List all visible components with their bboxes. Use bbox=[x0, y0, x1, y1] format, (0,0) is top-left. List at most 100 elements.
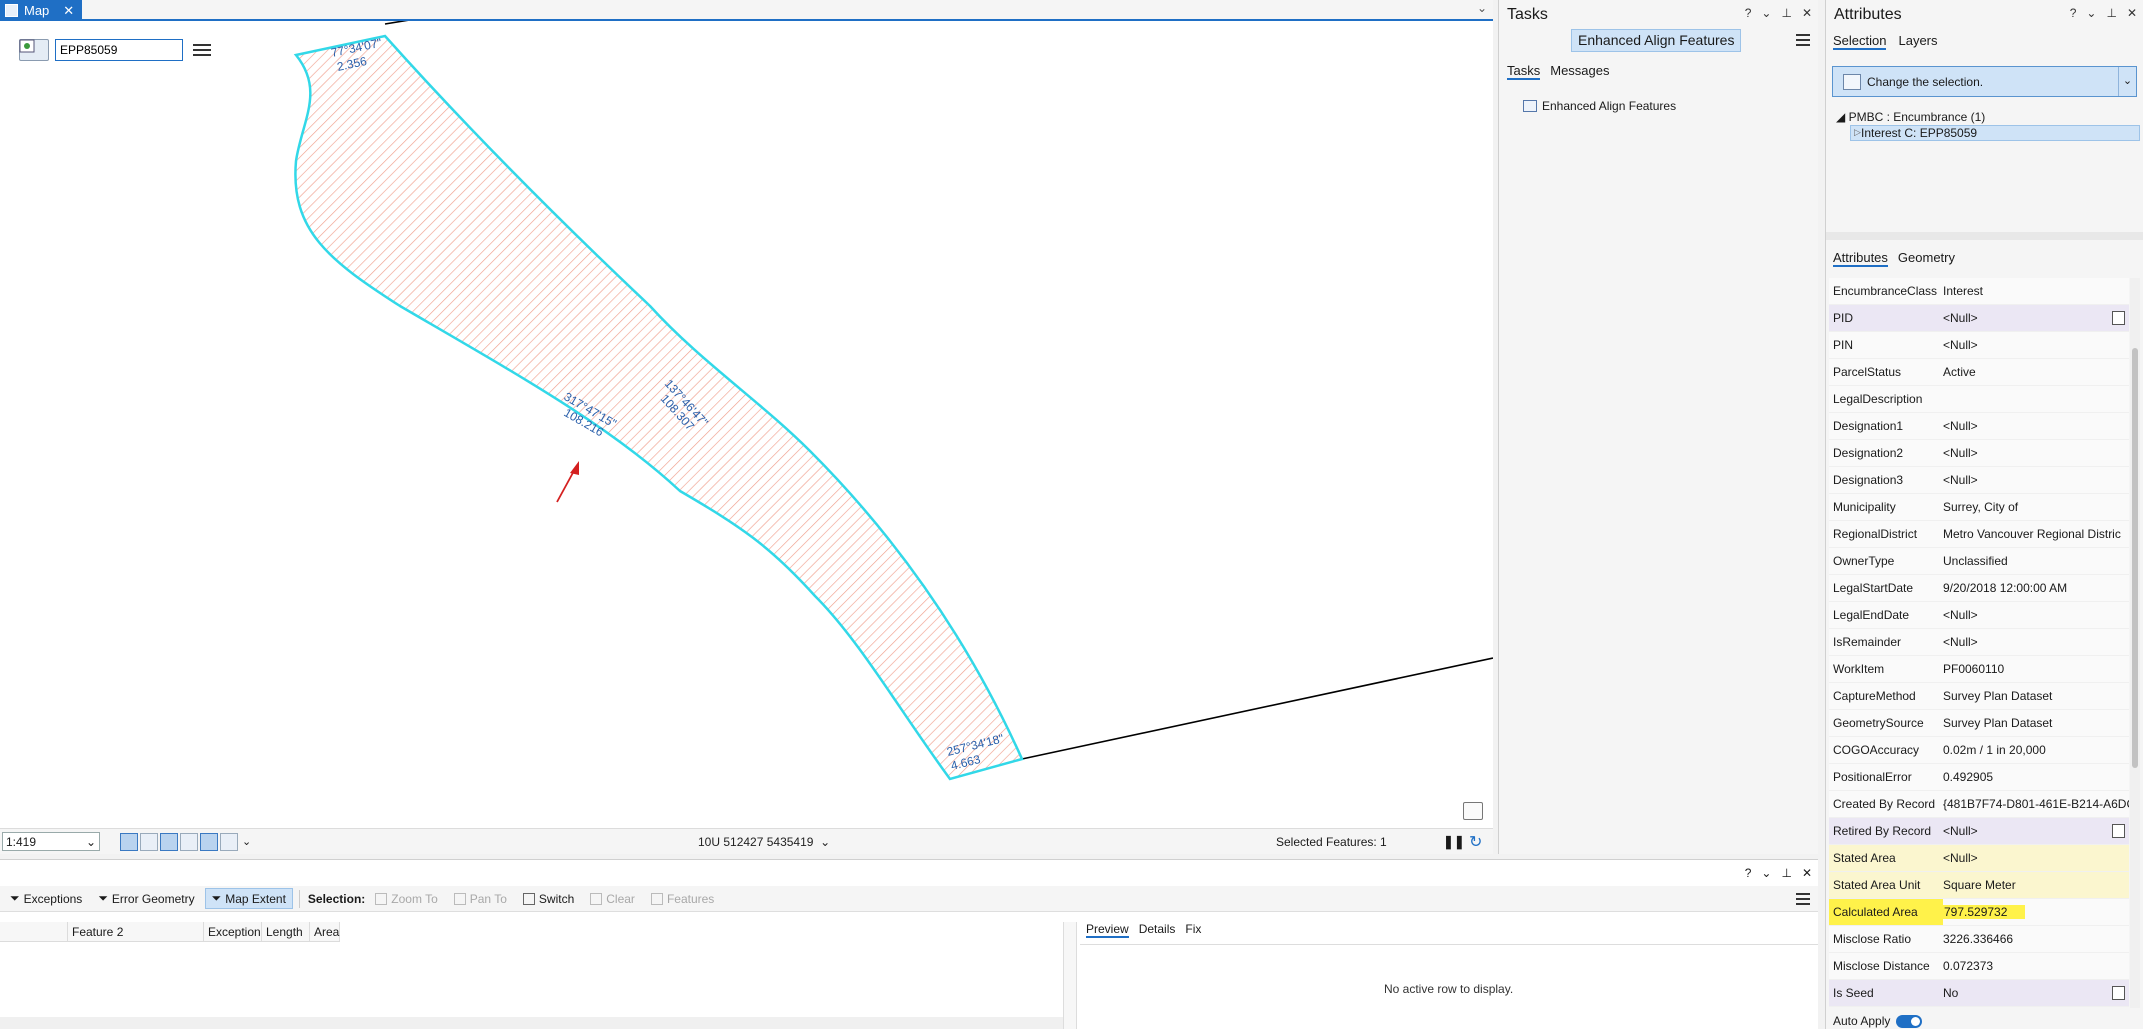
attribute-row[interactable]: Designation2 <Null> bbox=[1829, 440, 2129, 467]
pin-icon[interactable]: ⊥ bbox=[1781, 6, 1791, 20]
tab-tasks[interactable]: Tasks bbox=[1507, 63, 1541, 80]
attribute-row[interactable]: WorkItem PF0060110 bbox=[1829, 656, 2129, 683]
zoom-to-button[interactable]: Zoom To bbox=[369, 890, 443, 908]
scale-select[interactable]: 1:419 ⌄ bbox=[2, 832, 100, 851]
attribute-value[interactable]: 9/20/2018 12:00:00 AM bbox=[1943, 581, 2129, 595]
attribute-row[interactable]: Retired By Record <Null> bbox=[1829, 818, 2129, 845]
close-icon[interactable]: ✕ bbox=[2127, 6, 2137, 20]
attribute-value[interactable]: 3226.336466 bbox=[1943, 932, 2129, 946]
attribute-row[interactable]: Designation1 <Null> bbox=[1829, 413, 2129, 440]
chevron-down-icon[interactable]: ⌄ bbox=[242, 835, 251, 848]
features-button[interactable]: Features bbox=[645, 890, 720, 908]
grid-icon[interactable] bbox=[140, 832, 158, 851]
attribute-value[interactable]: <Null> bbox=[1943, 635, 2129, 649]
help-icon[interactable]: ? bbox=[2070, 6, 2077, 20]
chevron-down-icon[interactable]: ⌄ bbox=[2086, 6, 2096, 20]
map-canvas[interactable]: 77°34'07" 2.356 317°47'15" 108.216 137°4… bbox=[0, 21, 1493, 828]
grid-column-header[interactable]: Exception bbox=[204, 922, 262, 941]
map-extent-button[interactable]: ⏷ Map Extent bbox=[204, 888, 293, 909]
grid-column-header[interactable]: Length bbox=[262, 922, 310, 941]
chevron-down-icon[interactable]: ⌄ bbox=[1761, 866, 1771, 880]
grid-column-header[interactable]: Area bbox=[310, 922, 340, 941]
attribute-value[interactable]: PF0060110 bbox=[1943, 662, 2129, 676]
tab-map[interactable]: Map ✕ bbox=[0, 0, 83, 21]
attribute-scrollbar[interactable] bbox=[2130, 278, 2140, 1008]
map-legend-icon[interactable] bbox=[1463, 802, 1483, 820]
locate-button[interactable] bbox=[19, 39, 49, 61]
tab-details[interactable]: Details bbox=[1139, 922, 1176, 938]
attribute-value[interactable]: Interest bbox=[1943, 284, 2129, 298]
attribute-value[interactable]: Surrey, City of bbox=[1943, 500, 2129, 514]
refresh-icon[interactable]: ↻ bbox=[1469, 832, 1482, 852]
edit-record-icon[interactable] bbox=[2112, 986, 2125, 1000]
attribute-row[interactable]: PID <Null> bbox=[1829, 305, 2129, 332]
attribute-row[interactable]: Designation3 <Null> bbox=[1829, 467, 2129, 494]
attribute-value[interactable]: 0.02m / 1 in 20,000 bbox=[1943, 743, 2129, 757]
attribute-row[interactable]: LegalDescription bbox=[1829, 386, 2129, 413]
attribute-value[interactable]: Square Meter bbox=[1943, 878, 2129, 892]
attribute-value[interactable]: Survey Plan Dataset bbox=[1943, 689, 2129, 703]
task-list-item[interactable]: Enhanced Align Features bbox=[1523, 99, 1676, 113]
attribute-row[interactable]: EncumbranceClass Interest bbox=[1829, 278, 2129, 305]
close-icon[interactable]: ✕ bbox=[1802, 6, 1812, 20]
attribute-row[interactable]: ParcelStatus Active bbox=[1829, 359, 2129, 386]
close-icon[interactable]: ✕ bbox=[1802, 866, 1812, 880]
error-geometry-button[interactable]: ⏷ Error Geometry bbox=[92, 889, 200, 908]
attribute-row[interactable]: CaptureMethod Survey Plan Dataset bbox=[1829, 683, 2129, 710]
exceptions-button[interactable]: ⏷ Exceptions bbox=[4, 889, 88, 908]
selected-features-count[interactable]: Selected Features: 1 bbox=[1276, 835, 1387, 849]
attribute-value[interactable]: Active bbox=[1943, 365, 2129, 379]
attribute-value[interactable]: 0.492905 bbox=[1943, 770, 2129, 784]
attribute-row[interactable]: LegalStartDate 9/20/2018 12:00:00 AM bbox=[1829, 575, 2129, 602]
tree-node-layer[interactable]: ◢ PMBC : Encumbrance (1) bbox=[1836, 110, 1985, 124]
attribute-value[interactable]: <Null> bbox=[1943, 419, 2129, 433]
grid-column-header[interactable] bbox=[0, 922, 68, 941]
attribute-row[interactable]: Stated Area <Null> bbox=[1829, 845, 2129, 872]
fixed-zoom-icon[interactable] bbox=[120, 832, 138, 851]
pause-icon[interactable]: ❚❚ bbox=[1443, 834, 1465, 850]
help-icon[interactable]: ? bbox=[1745, 866, 1752, 880]
snapping-icon[interactable] bbox=[160, 832, 178, 851]
attribute-row[interactable]: COGOAccuracy 0.02m / 1 in 20,000 bbox=[1829, 737, 2129, 764]
change-selection-tool[interactable]: Change the selection. ⌄ bbox=[1832, 66, 2137, 97]
attribute-row[interactable]: Municipality Surrey, City of bbox=[1829, 494, 2129, 521]
attribute-value[interactable]: No bbox=[1943, 986, 2129, 1000]
attribute-value[interactable]: <Null> bbox=[1943, 851, 2129, 865]
pane-splitter[interactable] bbox=[1826, 232, 2143, 240]
attribute-value[interactable]: <Null> bbox=[1943, 608, 2129, 622]
attribute-row[interactable]: Created By Record {481B7F74-D801-461E-B21… bbox=[1829, 791, 2129, 818]
attribute-value[interactable]: <Null> bbox=[1943, 338, 2129, 352]
switch-button[interactable]: Switch bbox=[517, 890, 580, 908]
grid-vertical-scrollbar[interactable] bbox=[1063, 922, 1077, 1029]
auto-apply-toggle[interactable] bbox=[1896, 1014, 1923, 1028]
attribute-row[interactable]: Is Seed No bbox=[1829, 980, 2129, 1007]
tab-messages[interactable]: Messages bbox=[1550, 63, 1609, 80]
attribute-row[interactable]: LegalEndDate <Null> bbox=[1829, 602, 2129, 629]
attribute-row[interactable]: RegionalDistrict Metro Vancouver Regional… bbox=[1829, 521, 2129, 548]
attribute-value[interactable]: Unclassified bbox=[1943, 554, 2129, 568]
grid-horizontal-scrollbar[interactable] bbox=[0, 1017, 1063, 1029]
close-icon[interactable]: ✕ bbox=[63, 0, 74, 21]
pin-icon[interactable]: ⊥ bbox=[2106, 6, 2116, 20]
encumbrance-polygon[interactable] bbox=[293, 34, 1024, 781]
clear-button[interactable]: Clear bbox=[584, 890, 641, 908]
menu-icon[interactable] bbox=[1796, 34, 1810, 46]
tab-attributes[interactable]: Attributes bbox=[1833, 250, 1888, 267]
help-icon[interactable]: ? bbox=[1745, 6, 1752, 20]
attribute-value[interactable]: Metro Vancouver Regional Distric bbox=[1943, 527, 2129, 541]
attribute-row[interactable]: Stated Area Unit Square Meter bbox=[1829, 872, 2129, 899]
attribute-row[interactable]: PositionalError 0.492905 bbox=[1829, 764, 2129, 791]
attribute-row[interactable]: IsRemainder <Null> bbox=[1829, 629, 2129, 656]
attribute-value[interactable]: {481B7F74-D801-461E-B214-A6DC bbox=[1943, 797, 2129, 811]
crosshair-icon[interactable] bbox=[180, 832, 198, 851]
expand-icon[interactable]: ▷ bbox=[1854, 127, 1861, 138]
attribute-row[interactable]: PIN <Null> bbox=[1829, 332, 2129, 359]
attribute-row[interactable]: Misclose Distance 0.072373 bbox=[1829, 953, 2129, 980]
tab-geometry[interactable]: Geometry bbox=[1898, 250, 1955, 267]
locator-input[interactable] bbox=[55, 39, 183, 61]
attribute-value[interactable]: Survey Plan Dataset bbox=[1943, 716, 2129, 730]
attribute-value[interactable]: <Null> bbox=[1943, 824, 2129, 838]
grid-column-header[interactable]: Feature 2 bbox=[68, 922, 204, 941]
scrollbar-thumb[interactable] bbox=[2132, 348, 2138, 768]
tab-layers[interactable]: Layers bbox=[1898, 33, 1937, 50]
